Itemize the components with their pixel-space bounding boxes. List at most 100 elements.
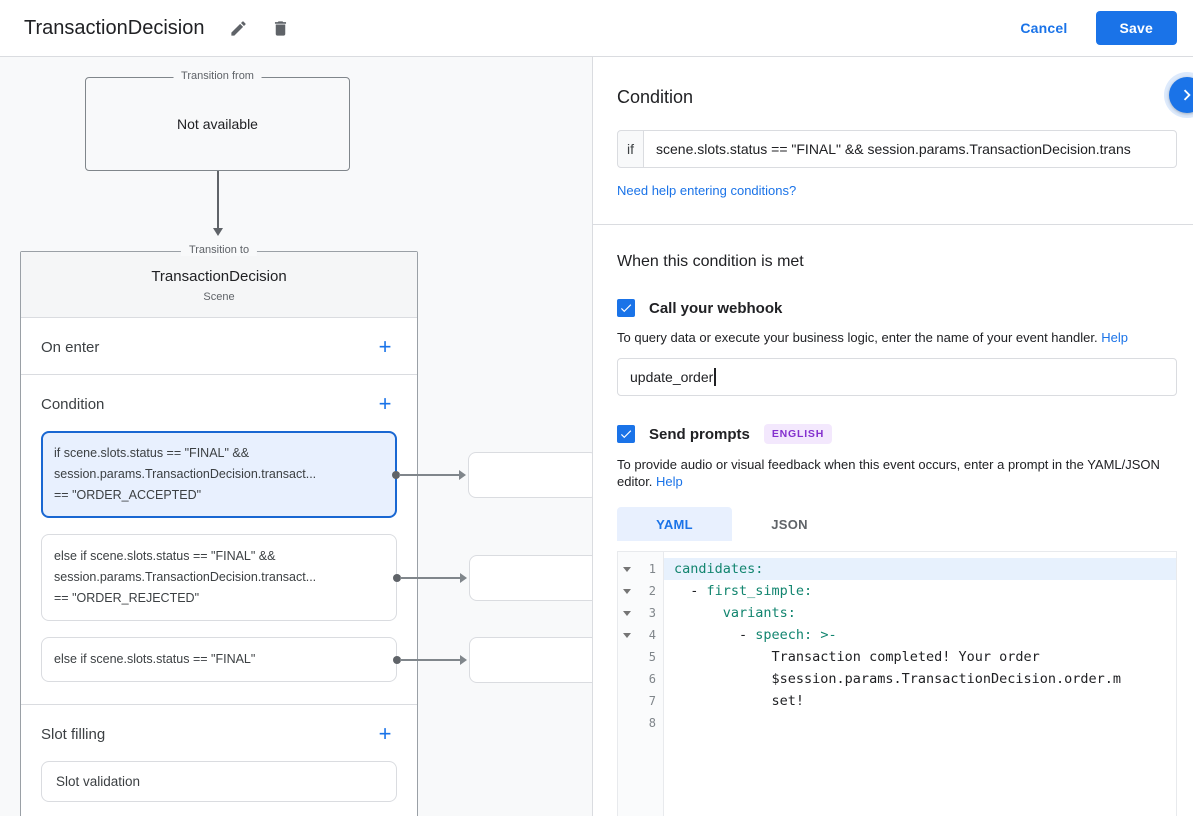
- on-enter-label: On enter: [41, 339, 99, 356]
- panel-title: Condition: [617, 87, 1177, 108]
- transition-target-node[interactable]: [469, 637, 592, 683]
- connector-line: [399, 474, 461, 476]
- pencil-icon: [229, 19, 248, 38]
- scene-card-header[interactable]: TransactionDecision Scene: [21, 252, 417, 318]
- fold-arrow-icon[interactable]: [618, 567, 636, 572]
- code-line: - speech: >-: [664, 624, 1176, 646]
- editor-gutter: 1 2 3 4 5 6 7 8: [618, 552, 664, 816]
- edit-title-button[interactable]: [220, 10, 256, 46]
- connector-line: [400, 659, 462, 661]
- add-on-enter-button[interactable]: +: [373, 335, 397, 359]
- properties-panel: Condition if scene.slots.status == "FINA…: [592, 57, 1193, 816]
- condition-item-text: if scene.slots.status == "FINAL" &&: [54, 443, 384, 464]
- code-line: $session.params.TransactionDecision.orde…: [664, 668, 1176, 690]
- transition-target-node[interactable]: [468, 452, 592, 498]
- line-number: 1: [636, 562, 660, 576]
- editor-code: candidates: - first_simple: variants: - …: [664, 552, 1176, 816]
- send-prompts-checkbox[interactable]: [617, 425, 635, 443]
- cancel-button[interactable]: Cancel: [1020, 20, 1067, 36]
- call-webhook-checkbox[interactable]: [617, 299, 635, 317]
- add-slot-button[interactable]: +: [373, 722, 397, 746]
- connector-line: [400, 577, 462, 579]
- checkmark-icon: [619, 301, 633, 315]
- arrow-right-icon: [460, 655, 467, 665]
- condition-section-label: Condition: [41, 396, 104, 413]
- condition-item-text: == "ORDER_REJECTED": [54, 588, 384, 609]
- save-button[interactable]: Save: [1096, 11, 1178, 45]
- code-line: [664, 712, 1176, 734]
- condition-item[interactable]: if scene.slots.status == "FINAL" &&sessi…: [41, 431, 397, 518]
- scene-card: Transition to TransactionDecision Scene …: [20, 251, 418, 816]
- delete-scene-button[interactable]: [262, 10, 298, 46]
- code-line: set!: [664, 690, 1176, 712]
- line-number: 4: [636, 628, 660, 642]
- divider: [593, 224, 1193, 225]
- conditions-help-link[interactable]: Need help entering conditions?: [617, 183, 796, 198]
- line-number: 8: [636, 716, 660, 730]
- text-caret: [714, 368, 716, 386]
- section-on-enter: On enter +: [21, 318, 417, 375]
- scene-canvas: Transition from Not available Transition…: [0, 57, 592, 816]
- code-line: variants:: [664, 602, 1176, 624]
- condition-item-text: == "ORDER_ACCEPTED": [54, 485, 384, 506]
- top-bar: TransactionDecision Cancel Save: [0, 0, 1193, 57]
- condition-expression-row: if scene.slots.status == "FINAL" && sess…: [617, 130, 1177, 168]
- arrow-down-icon: [213, 228, 223, 236]
- condition-items: if scene.slots.status == "FINAL" &&sessi…: [21, 431, 417, 704]
- condition-item-text: else if scene.slots.status == "FINAL": [54, 649, 384, 670]
- scene-type-label: Scene: [33, 291, 405, 303]
- code-line: candidates:: [664, 558, 1176, 580]
- prompts-help-link[interactable]: Help: [656, 474, 683, 489]
- line-number: 6: [636, 672, 660, 686]
- slot-filling-label: Slot filling: [41, 726, 105, 743]
- condition-item-text: session.params.TransactionDecision.trans…: [54, 567, 384, 588]
- chevron-right-icon: [1176, 84, 1193, 106]
- slot-validation-item[interactable]: Slot validation: [41, 761, 397, 802]
- condition-item-text: session.params.TransactionDecision.trans…: [54, 464, 384, 485]
- line-number: 2: [636, 584, 660, 598]
- condition-item[interactable]: else if scene.slots.status == "FINAL": [41, 637, 397, 682]
- send-prompts-label[interactable]: Send prompts: [649, 426, 750, 443]
- prompts-description: To provide audio or visual feedback when…: [617, 456, 1177, 490]
- editor-tabs: YAML JSON: [617, 507, 1177, 541]
- condition-expression-value: scene.slots.status == "FINAL" && session…: [656, 141, 1131, 157]
- transition-arrow: [85, 171, 350, 237]
- page-title: TransactionDecision: [24, 17, 204, 40]
- transition-from-value: Not available: [177, 116, 258, 132]
- webhook-help-link[interactable]: Help: [1101, 330, 1128, 345]
- language-badge: ENGLISH: [764, 424, 832, 444]
- prompt-code-editor[interactable]: 1 2 3 4 5 6 7 8 candidates: - first_simple: var…: [617, 551, 1177, 816]
- if-label: if: [617, 130, 644, 168]
- webhook-handler-input[interactable]: update_order: [617, 358, 1177, 396]
- code-line: Transaction completed! Your order: [664, 646, 1176, 668]
- code-line: - first_simple:: [664, 580, 1176, 602]
- transition-target-node[interactable]: [469, 555, 592, 601]
- condition-item[interactable]: else if scene.slots.status == "FINAL" &&…: [41, 534, 397, 621]
- line-number: 7: [636, 694, 660, 708]
- line-number: 5: [636, 650, 660, 664]
- fold-arrow-icon[interactable]: [618, 611, 636, 616]
- call-webhook-label[interactable]: Call your webhook: [649, 300, 782, 317]
- when-condition-met-title: When this condition is met: [617, 253, 1177, 271]
- webhook-description: To query data or execute your business l…: [617, 329, 1177, 346]
- scene-name: TransactionDecision: [33, 268, 405, 285]
- transition-from-label: Transition from: [173, 70, 262, 82]
- section-slot-filling: Slot filling + Slot validation: [21, 705, 417, 802]
- fold-arrow-icon[interactable]: [618, 589, 636, 594]
- section-condition: Condition + if scene.slots.status == "FI…: [21, 375, 417, 705]
- webhook-checkbox-row: Call your webhook: [617, 299, 1177, 317]
- trash-icon: [271, 19, 290, 38]
- arrow-right-icon: [459, 470, 466, 480]
- line-number: 3: [636, 606, 660, 620]
- tab-json[interactable]: JSON: [732, 507, 847, 541]
- condition-item-text: else if scene.slots.status == "FINAL" &&: [54, 546, 384, 567]
- prompts-checkbox-row: Send prompts ENGLISH: [617, 424, 1177, 444]
- add-condition-button[interactable]: +: [373, 392, 397, 416]
- webhook-handler-value: update_order: [630, 369, 713, 385]
- tab-yaml[interactable]: YAML: [617, 507, 732, 541]
- arrow-right-icon: [460, 573, 467, 583]
- transition-from-box: Transition from Not available: [85, 77, 350, 171]
- condition-expression-input[interactable]: scene.slots.status == "FINAL" && session…: [643, 130, 1177, 168]
- checkmark-icon: [619, 427, 633, 441]
- fold-arrow-icon[interactable]: [618, 633, 636, 638]
